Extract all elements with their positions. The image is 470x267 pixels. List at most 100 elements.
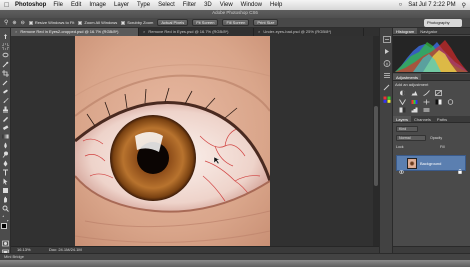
exposure-icon[interactable] [435,90,442,96]
photo-filter-icon[interactable] [447,99,454,105]
menu-filter[interactable]: Filter [183,2,196,8]
invert-icon[interactable] [399,107,406,113]
swatches-icon[interactable] [383,96,391,103]
clone-stamp-tool-icon[interactable] [2,106,9,113]
scrollbar-thumb[interactable] [374,106,378,186]
menu-3d[interactable]: 3D [204,2,212,8]
adjustments-panel-header: Adjustments [393,74,470,81]
eraser-tool-icon[interactable] [2,124,9,131]
layers-footer [393,246,470,253]
blur-tool-icon[interactable] [2,142,9,149]
path-select-tool-icon[interactable] [2,178,9,185]
apple-icon[interactable]:  [4,2,10,9]
healing-brush-tool-icon[interactable] [2,88,9,95]
status-bar: 16.13% Doc: 24.1M/24.1M [11,246,379,253]
workspace-switcher[interactable]: Photography [424,19,462,27]
menu-view[interactable]: View [220,2,233,8]
close-icon[interactable]: × [15,29,17,34]
actions-icon[interactable] [383,48,391,55]
info-icon[interactable] [383,60,391,67]
actual-pixels-button[interactable]: Actual Pixels [157,19,189,26]
eyedropper-tool-icon[interactable] [2,79,9,86]
layer-filter-kind[interactable]: Kind [396,126,418,132]
quick-mask-icon[interactable] [2,240,9,247]
quick-select-tool-icon[interactable] [2,61,9,68]
tab-doc-3[interactable]: × Under-eyes-bad.psd @ 25% (RGB/8*) [254,28,364,36]
clock[interactable]: Sat Jul 7 2:22 PM [408,2,455,8]
close-icon[interactable]: × [258,29,260,34]
spotlight-icon[interactable]: ⚲ [462,2,466,9]
menu-status-area: ○ Sat Jul 7 2:22 PM ⚲ [399,0,466,10]
tab-doc-2[interactable]: × Remove Red in Eyes.psd @ 16.7% (RGB/8*) [139,28,254,36]
zoom-tool-icon[interactable]: ⚲ [4,19,8,26]
fit-screen-button[interactable]: Fit Screen [192,19,219,26]
brush-tool-icon[interactable] [2,97,9,104]
gradient-tool-icon[interactable] [2,133,9,140]
curves-icon[interactable] [423,90,430,96]
tab-layers[interactable]: Layers [393,116,412,122]
tab-adjustments[interactable]: Adjustments [393,74,422,80]
panel-icon-strip [379,28,393,253]
posterize-icon[interactable] [411,107,418,113]
color-swatches[interactable] [1,223,10,235]
close-icon[interactable]: × [143,29,145,34]
switch-colors-icon[interactable] [2,215,9,222]
menu-file[interactable]: File [53,2,63,8]
print-size-button[interactable]: Print Size [253,19,279,26]
menu-window[interactable]: Window [241,2,262,8]
histogram-panel-header: Histogram Navigator [393,28,470,35]
blend-mode-select[interactable]: Normal [396,135,426,141]
eye-photo[interactable] [75,36,270,246]
tab-histogram[interactable]: Histogram [393,28,418,34]
lasso-tool-icon[interactable] [2,52,9,59]
menu-edit[interactable]: Edit [71,2,81,8]
resize-windows-checkbox[interactable]: Resize Windows to Fit [28,20,74,25]
shape-tool-icon[interactable] [2,187,9,194]
brush-presets-icon[interactable] [383,84,391,91]
layers-panel-header: Layers Channels Paths [393,116,470,123]
hand-tool-icon[interactable] [2,196,9,203]
tab-doc-1[interactable]: × Remove Red in Eyes2-cropped.psd @ 16.7%… [11,28,139,36]
lock-icon [458,161,462,174]
zoom-out-icon[interactable]: ⊖ [21,20,25,26]
color-balance-icon[interactable] [423,99,430,105]
dock [0,260,470,267]
menu-app-name[interactable]: Photoshop [15,2,46,8]
menu-help[interactable]: Help [270,2,282,8]
zoom-in-icon[interactable]: ⊕ [12,20,16,26]
layer-name[interactable]: Background [420,161,441,166]
tools-panel [0,28,11,260]
foreground-color-swatch[interactable] [1,223,7,229]
tab-channels[interactable]: Channels [411,116,434,122]
properties-icon[interactable] [383,72,391,79]
history-icon[interactable] [383,36,391,43]
vibrance-icon[interactable] [399,99,406,105]
type-tool-icon[interactable] [2,169,9,176]
hue-saturation-icon[interactable] [411,99,418,105]
gradient-map-icon[interactable] [423,107,430,113]
brightness-contrast-icon[interactable] [399,90,406,96]
menu-layer[interactable]: Layer [114,2,129,8]
tab-paths[interactable]: Paths [434,116,450,122]
zoom-all-checkbox[interactable]: Zoom All Windows [78,20,117,25]
scrubby-zoom-checkbox[interactable]: Scrubby Zoom [121,20,153,25]
tab-navigator[interactable]: Navigator [417,28,440,34]
fill-screen-button[interactable]: Fill Screen [222,19,250,26]
mini-bridge-tab[interactable]: Mini Bridge [0,253,470,260]
crop-tool-icon[interactable] [2,70,9,77]
menu-type[interactable]: Type [137,2,150,8]
layer-row-background[interactable]: Background [396,155,466,174]
pen-tool-icon[interactable] [2,160,9,167]
menu-select[interactable]: Select [158,2,175,8]
move-tool-icon[interactable] [2,34,9,41]
history-brush-tool-icon[interactable] [2,115,9,122]
levels-icon[interactable] [411,90,418,96]
black-white-icon[interactable] [435,99,442,105]
dodge-tool-icon[interactable] [2,151,9,158]
wifi-icon[interactable]: ○ [399,2,403,8]
window-title: Adobe Photoshop CS6 [212,10,258,15]
visibility-eye-icon[interactable] [398,161,405,174]
zoom-tool-icon[interactable] [2,205,9,212]
menu-image[interactable]: Image [89,2,106,8]
marquee-tool-icon[interactable] [2,43,9,50]
